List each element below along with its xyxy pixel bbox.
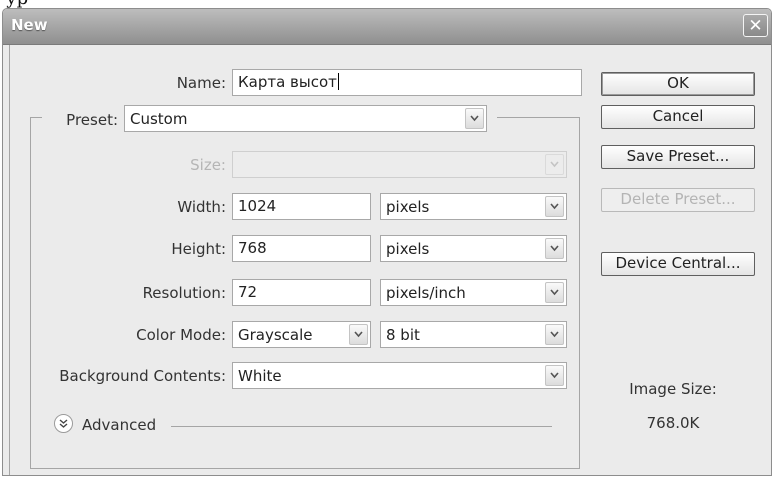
preset-select[interactable]: Custom <box>124 105 487 132</box>
dialog-body: Name: Карта высот Preset: Custom Size: W… <box>3 45 771 475</box>
background-text-fragment: ур <box>0 0 773 8</box>
color-mode-label: Color Mode: <box>136 326 226 344</box>
background-contents-select[interactable]: White <box>232 362 567 389</box>
preset-group-border-top-left <box>30 117 42 118</box>
width-unit-value: pixels <box>386 198 430 216</box>
background-contents-label: Background Contents: <box>59 367 226 385</box>
resolution-unit-value: pixels/inch <box>386 284 466 302</box>
height-unit-value: pixels <box>386 240 430 258</box>
left-edge-divider <box>9 45 10 475</box>
color-mode-select[interactable]: Grayscale <box>232 321 371 348</box>
close-icon: ✕ <box>748 16 763 36</box>
name-label: Name: <box>176 74 226 92</box>
close-button[interactable]: ✕ <box>743 14 768 37</box>
chevron-down-icon <box>545 282 564 303</box>
device-central-button[interactable]: Device Central... <box>601 252 755 276</box>
text-cursor <box>337 73 339 90</box>
preset-group-border-bottom <box>30 468 580 469</box>
double-chevron-down-icon[interactable] <box>54 414 73 433</box>
chevron-down-icon <box>545 196 564 217</box>
height-input[interactable]: 768 <box>232 235 371 262</box>
ok-button[interactable]: OK <box>601 72 755 96</box>
name-input[interactable]: Карта высот <box>232 69 582 96</box>
color-mode-value: Grayscale <box>238 326 313 344</box>
image-size-label: Image Size: <box>629 380 717 398</box>
dialog-title: New <box>11 16 48 34</box>
height-label: Height: <box>171 240 226 258</box>
chevron-down-icon <box>545 324 564 345</box>
chevron-down-icon <box>545 154 564 175</box>
chevron-down-icon <box>465 108 484 129</box>
preset-group-border-left <box>30 117 31 468</box>
resolution-label: Resolution: <box>142 284 226 302</box>
size-label: Size: <box>190 156 226 174</box>
preset-select-value: Custom <box>130 110 188 128</box>
background-text: ур <box>6 0 28 8</box>
resolution-unit-select[interactable]: pixels/inch <box>380 279 567 306</box>
new-document-dialog: New ✕ Name: Карта высот Preset: Custom S… <box>2 8 772 476</box>
resolution-input[interactable]: 72 <box>232 279 371 306</box>
chevron-down-icon <box>349 324 368 345</box>
width-input[interactable]: 1024 <box>232 193 371 220</box>
chevron-down-icon <box>545 238 564 259</box>
preset-group-border-top-right <box>497 117 579 118</box>
width-unit-select[interactable]: pixels <box>380 193 567 220</box>
height-input-value: 768 <box>238 239 267 257</box>
advanced-divider <box>171 426 552 427</box>
cancel-button[interactable]: Cancel <box>601 105 755 129</box>
image-size-value: 768.0K <box>646 414 700 432</box>
size-select[interactable] <box>232 151 567 178</box>
bit-depth-select[interactable]: 8 bit <box>380 321 567 348</box>
resolution-input-value: 72 <box>238 283 258 301</box>
chevron-down-icon <box>545 365 564 386</box>
name-input-value: Карта высот <box>238 73 337 91</box>
advanced-toggle-label[interactable]: Advanced <box>82 416 156 434</box>
preset-label: Preset: <box>66 111 118 129</box>
background-contents-value: White <box>238 367 282 385</box>
delete-preset-button: Delete Preset... <box>601 188 755 212</box>
title-bar[interactable]: New ✕ <box>3 9 771 45</box>
preset-group-border-right <box>579 117 580 468</box>
width-label: Width: <box>177 198 226 216</box>
width-input-value: 1024 <box>238 197 277 215</box>
save-preset-button[interactable]: Save Preset... <box>601 145 755 169</box>
bit-depth-value: 8 bit <box>386 326 420 344</box>
height-unit-select[interactable]: pixels <box>380 235 567 262</box>
